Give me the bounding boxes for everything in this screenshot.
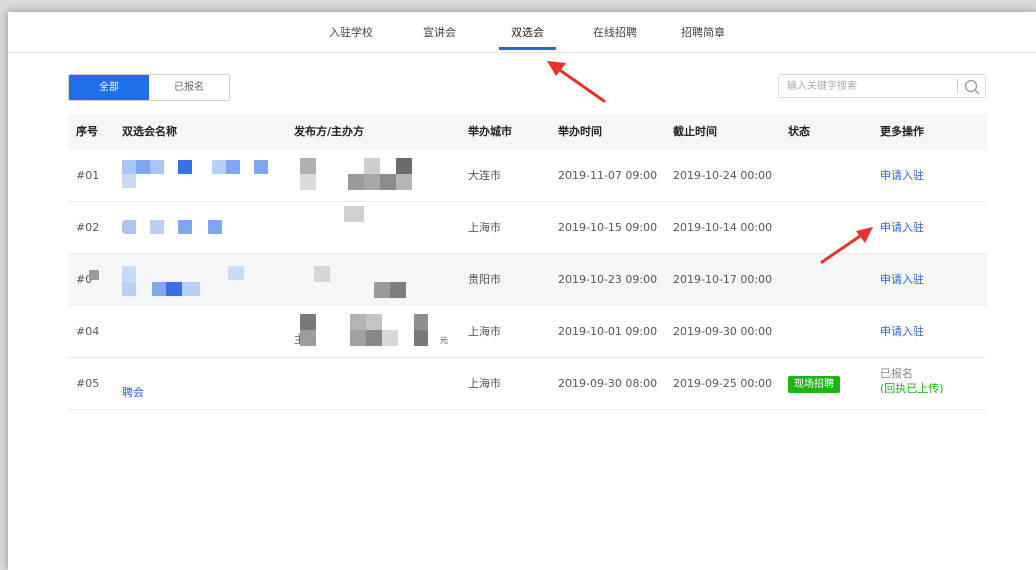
annotation-arrow-icon xyxy=(547,61,873,264)
